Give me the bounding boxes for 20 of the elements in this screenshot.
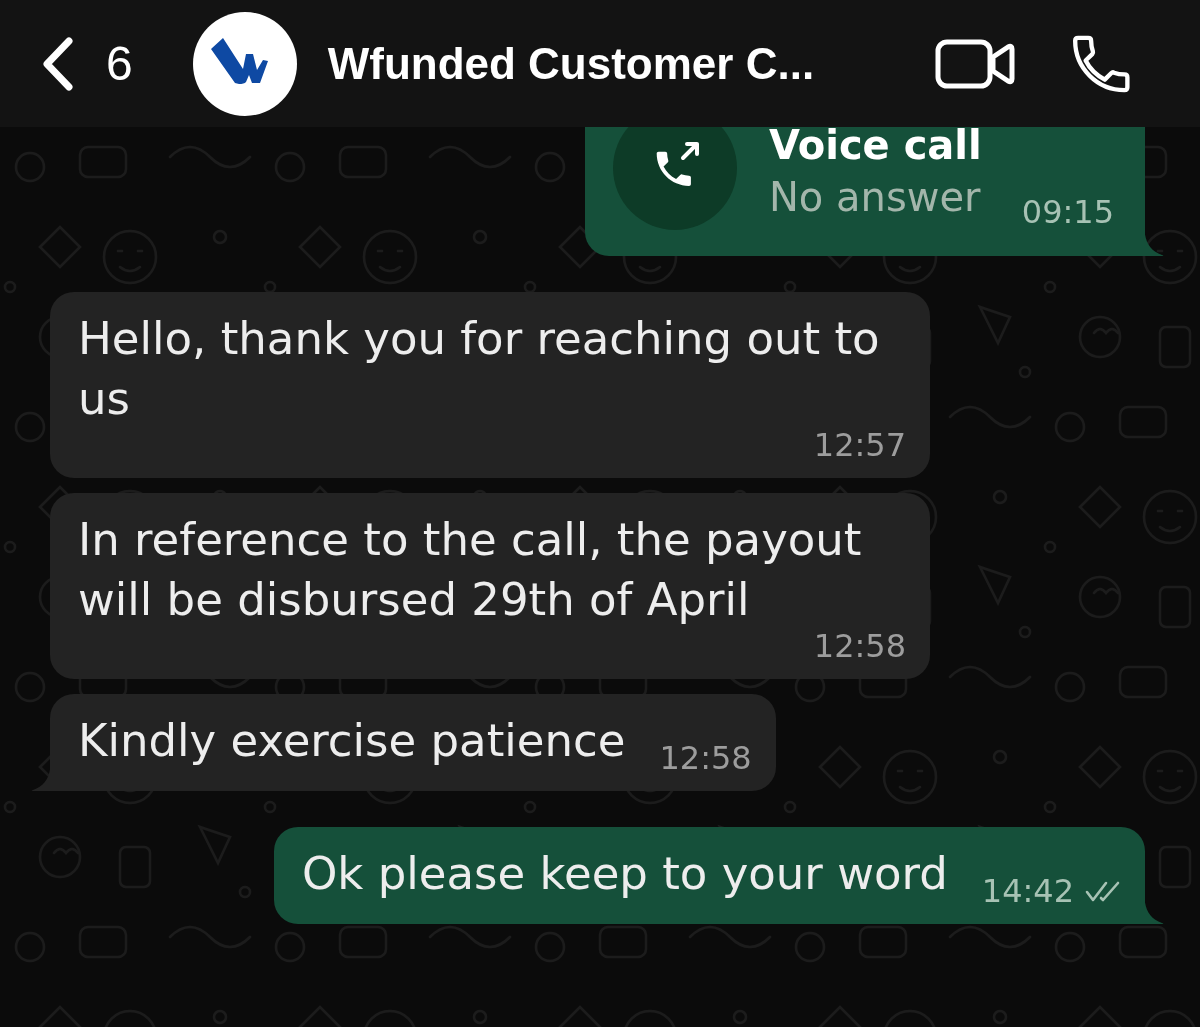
message-time: 14:42 — [981, 873, 1074, 909]
message-time: 09:15 — [1021, 194, 1114, 230]
call-status: No answer — [768, 173, 982, 222]
voice-call-button[interactable] — [1072, 34, 1132, 93]
chat-title[interactable]: Wfunded Customer C... — [327, 37, 815, 90]
chevron-left-icon — [40, 35, 76, 92]
message-time: 12:58 — [813, 628, 906, 664]
call-title: Voice call — [768, 127, 982, 166]
back-button[interactable]: 6 — [40, 35, 133, 92]
phone-icon — [1072, 34, 1132, 93]
phone-arrow-icon — [612, 127, 737, 230]
video-camera-icon — [935, 38, 1015, 89]
message-text: Ok please keep to your word — [301, 847, 948, 900]
message-time: 12:58 — [659, 740, 752, 776]
message-time: 12:57 — [813, 427, 906, 463]
message-text: Hello, thank you for reaching out to us — [78, 312, 880, 425]
video-call-button[interactable] — [935, 38, 1015, 89]
contact-avatar[interactable] — [192, 11, 297, 116]
message-text: Kindly exercise patience — [78, 714, 626, 767]
message-text: In reference to the call, the payout will be disbursed 29th of April — [78, 513, 862, 626]
